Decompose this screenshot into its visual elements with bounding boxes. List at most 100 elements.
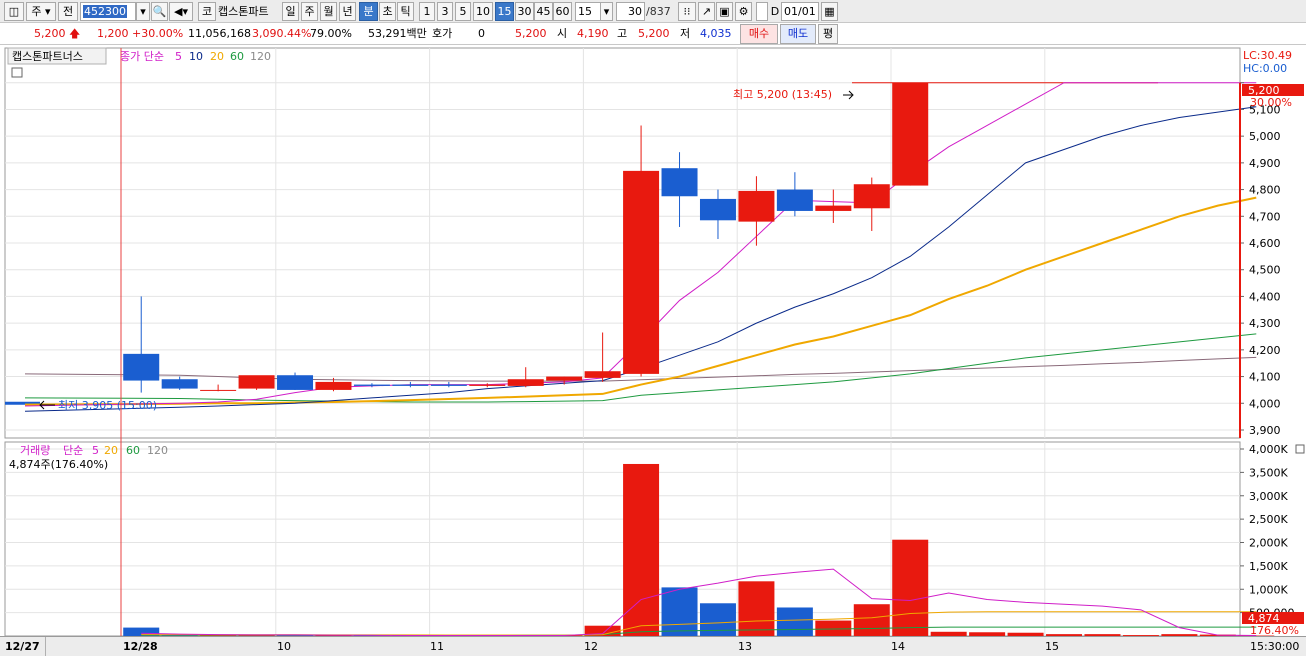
search-icon[interactable]: 🔍 (151, 2, 168, 21)
interval-second-button[interactable]: 초 (379, 2, 396, 21)
hoga-label: 호가 (432, 27, 453, 40)
minute-45-button[interactable]: 45 (534, 2, 553, 21)
volume-legend-label: 거래량 (20, 444, 50, 457)
candle-body (699, 198, 736, 221)
price-legend-ma60: 60 (230, 50, 244, 63)
price-tick-label: 4,000 (1249, 397, 1281, 410)
volume-tick-label: 1,000K (1249, 583, 1288, 596)
price-tick-label: 4,600 (1249, 237, 1281, 250)
volume-tick-label: 3,000K (1249, 490, 1288, 503)
volume-panel-close-icon[interactable] (1295, 444, 1305, 454)
time-axis-label-1228: 12/28 (123, 640, 158, 653)
interval-tick-button[interactable]: 틱 (397, 2, 414, 21)
minute-select-chevron-down-icon[interactable]: ▾ (600, 2, 613, 21)
open-label: 시 (557, 27, 568, 40)
save-icon[interactable]: ▣ (716, 2, 733, 21)
interval-minute-button[interactable]: 분 (359, 2, 378, 21)
turnover-percent: 79.00% (310, 27, 352, 40)
price-legend-ma10: 10 (189, 50, 203, 63)
interval-year-button[interactable]: 년 (339, 2, 356, 21)
volume-ratio: 3,090.44% (252, 27, 312, 40)
candle-body (623, 170, 660, 374)
interval-month-button[interactable]: 월 (320, 2, 337, 21)
speaker-icon[interactable]: ◀▾ (169, 2, 193, 21)
minute-select[interactable]: 15 (575, 2, 601, 21)
minute-3-button[interactable]: 3 (437, 2, 453, 21)
high-annotation: 최고 5,200 (13:45) (733, 88, 832, 101)
interval-day-button[interactable]: 일 (282, 2, 299, 21)
calendar-icon[interactable]: ▦ (821, 2, 838, 21)
candle-body (430, 384, 467, 386)
candle-body (892, 82, 929, 186)
volume-tick-label: 4,000K (1249, 443, 1288, 456)
ask-price: 5,200 (515, 27, 547, 40)
candle-body (238, 375, 275, 389)
price-panel-title: 캡스톤파트너스 (12, 50, 83, 63)
buy-button[interactable]: 매수 (740, 24, 778, 44)
gear-icon[interactable]: ⚙ (735, 2, 752, 21)
price-tick-label: 4,800 (1249, 184, 1281, 197)
price-tick-label: 4,300 (1249, 317, 1281, 330)
date-input[interactable]: 01/01 (781, 2, 819, 21)
price-legend-label: 종가 단순 (120, 50, 164, 63)
hoga-value: 0 (478, 27, 485, 40)
current-time: 15:30:00 (1250, 640, 1300, 653)
date-checkbox[interactable] (756, 2, 768, 21)
candle-body (738, 190, 775, 222)
volume-bar (738, 581, 775, 636)
minute-30-button[interactable]: 30 (515, 2, 534, 21)
hc-label: HC:0.00 (1243, 62, 1287, 75)
volume-tick-label: 2,500K (1249, 513, 1288, 526)
volume-legend-ma5: 5 (92, 444, 99, 457)
low-price: 4,035 (700, 27, 732, 40)
minute-5-button[interactable]: 5 (455, 2, 471, 21)
time-axis-label-14: 14 (891, 640, 905, 653)
volume-bar (892, 539, 929, 636)
time-axis-label-start: 12/27 (5, 640, 40, 653)
price-tick-label: 4,900 (1249, 157, 1281, 170)
minute-1-button[interactable]: 1 (419, 2, 435, 21)
volume-bar (853, 604, 890, 636)
chart-svg[interactable]: 5,1005,0004,9004,8004,7004,6004,5004,400… (0, 46, 1306, 637)
trade-amount: 53,291백만 (368, 27, 427, 40)
period-type-select[interactable]: 주 ▾ (26, 2, 56, 21)
volume-current-value: 4,874주(176.40%) (9, 458, 108, 471)
price-legend-ma20: 20 (210, 50, 224, 63)
price-tick-label: 5,000 (1249, 130, 1281, 143)
candle-body (123, 353, 160, 381)
price-tick-label: 4,400 (1249, 290, 1281, 303)
interval-week-button[interactable]: 주 (301, 2, 318, 21)
code-dropdown-icon[interactable]: ▾ (136, 2, 150, 21)
layout-icon[interactable]: ◫ (4, 2, 24, 21)
price-legend-ma5: 5 (175, 50, 182, 63)
volume-bar (699, 603, 736, 636)
low-annotation: 최저 3,905 (15:00) (58, 399, 157, 412)
price-tick-label: 4,200 (1249, 344, 1281, 357)
stock-code-input[interactable]: 452300 (80, 2, 136, 21)
volume-legend-ma20: 20 (104, 444, 118, 457)
count-input[interactable]: 30 (616, 2, 645, 21)
eval-button[interactable]: 평 (818, 24, 838, 44)
candle-body (277, 375, 314, 390)
grid-icon[interactable]: ⁝⁝ (678, 2, 696, 21)
time-axis-label-13: 13 (738, 640, 752, 653)
time-axis-label-12: 12 (584, 640, 598, 653)
price-legend-ma120: 120 (250, 50, 271, 63)
time-axis-label-15: 15 (1045, 640, 1059, 653)
minute-15-button[interactable]: 15 (495, 2, 514, 21)
candle-body (815, 205, 852, 211)
sell-button[interactable]: 매도 (780, 24, 816, 44)
volume-bar (661, 587, 698, 636)
minute-10-button[interactable]: 10 (473, 2, 493, 21)
high-price: 5,200 (638, 27, 670, 40)
all-button[interactable]: 전 (58, 2, 78, 21)
time-axis: 12/27 12/28 10 11 12 13 14 15 15:30:00 (0, 636, 1306, 656)
chart-area[interactable]: 5,100 5,000 4,900 4,800 4,700 4,600 4,500 4,400… (0, 46, 1306, 637)
volume-legend-ma60: 60 (126, 444, 140, 457)
toolbar: ◫ 주 ▾ 전 452300 ▾ 🔍 ◀▾ 코 캡스톤파트 일 주 월 년 분 … (0, 0, 1306, 23)
draw-tool-icon[interactable]: ↗ (698, 2, 715, 21)
minute-60-button[interactable]: 60 (553, 2, 572, 21)
volume: 11,056,168 (188, 27, 251, 40)
arrow-up-icon: 🡅 (69, 27, 81, 40)
volume-current-tag-pct: 176.40% (1250, 624, 1299, 636)
